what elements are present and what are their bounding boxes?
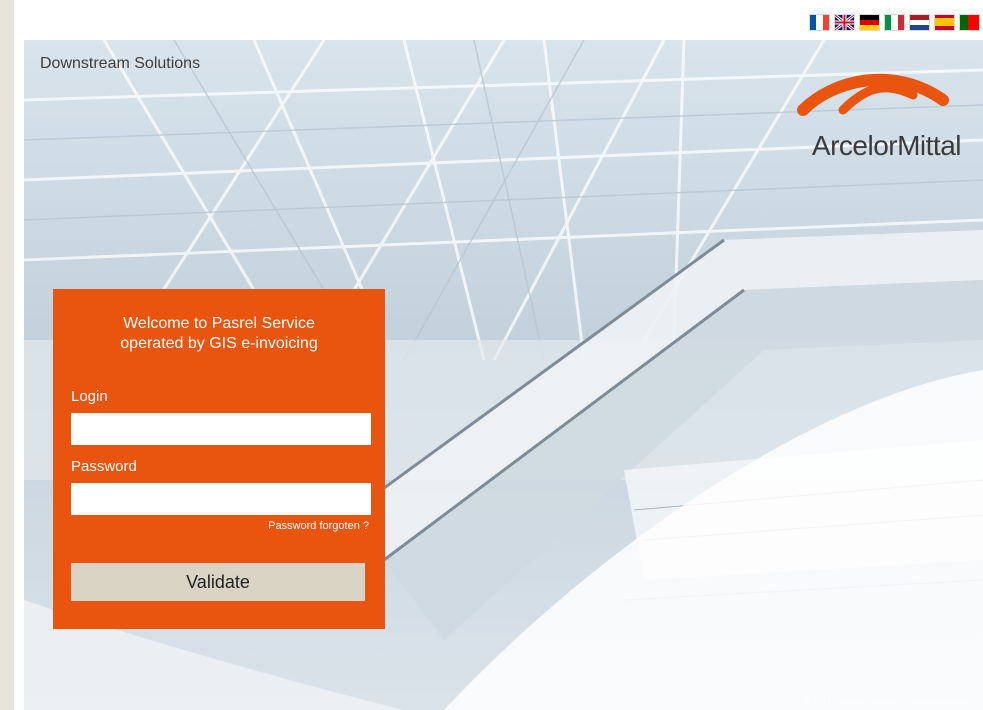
login-input[interactable]	[71, 413, 371, 445]
welcome-line-1: Welcome to Pasrel Service	[123, 315, 315, 332]
tagline: Downstream Solutions	[40, 55, 201, 72]
flag-es-icon[interactable]	[935, 14, 954, 30]
login-label: Login	[71, 388, 108, 405]
forgot-password-link[interactable]: Password forgoten ?	[268, 520, 369, 532]
validate-button[interactable]: Validate	[71, 563, 365, 601]
flag-de-icon[interactable]	[860, 14, 879, 30]
photo-credit: © 2017 - Anatoly Tiplyashin / Shuttersto…	[805, 697, 971, 706]
logo-wordmark: ArcelorMittal	[811, 130, 962, 161]
welcome-message: Welcome to Pasrel Service operated by GI…	[53, 314, 385, 354]
login-panel: Welcome to Pasrel Service operated by GI…	[53, 289, 385, 629]
password-label: Password	[71, 458, 137, 475]
flag-en-icon[interactable]	[835, 14, 854, 30]
flag-pt-icon[interactable]	[960, 14, 979, 30]
password-input[interactable]	[71, 483, 371, 515]
flag-nl-icon[interactable]	[910, 14, 929, 30]
welcome-line-2: operated by GIS e-invoicing	[120, 335, 318, 352]
flag-fr-icon[interactable]	[810, 14, 829, 30]
language-selector	[810, 12, 979, 32]
flag-it-icon[interactable]	[885, 14, 904, 30]
